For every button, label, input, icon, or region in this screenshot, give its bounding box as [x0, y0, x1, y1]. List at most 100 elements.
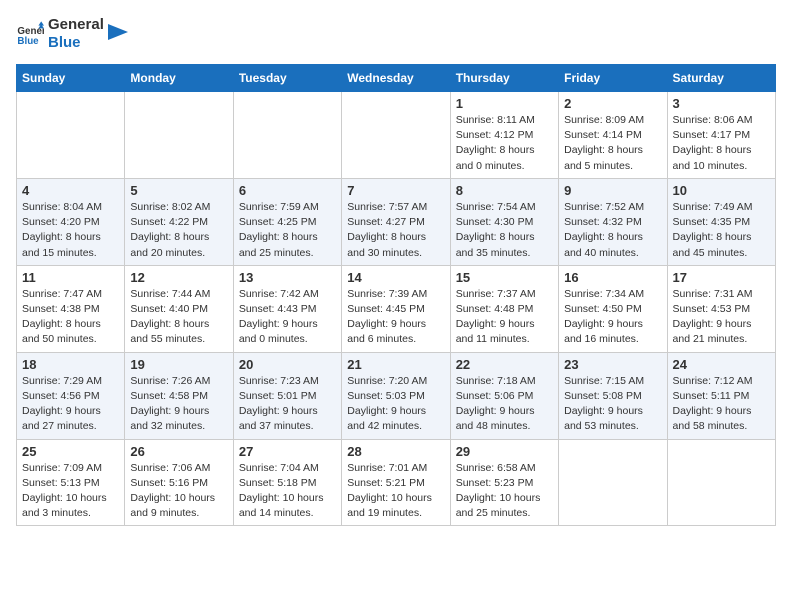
calendar-cell: 15 Sunrise: 7:37 AM Sunset: 4:48 PM Dayli… — [450, 265, 558, 352]
calendar-cell: 24Sunrise: 7:12 AM Sunset: 5:11 PM Dayli… — [667, 352, 775, 439]
day-info: Sunrise: 7:23 AM Sunset: 5:01 PM Dayligh… — [239, 374, 336, 435]
calendar-cell: 23Sunrise: 7:15 AM Sunset: 5:08 PM Dayli… — [559, 352, 667, 439]
day-number: 9 — [564, 183, 661, 198]
day-info: Sunrise: 8:06 AM Sunset: 4:17 PM Dayligh… — [673, 113, 770, 174]
day-info: Sunrise: 7:37 AM Sunset: 4:48 PM Dayligh… — [456, 287, 553, 348]
day-number: 28 — [347, 444, 444, 459]
day-info: Sunrise: 7:52 AM Sunset: 4:32 PM Dayligh… — [564, 200, 661, 261]
day-number: 14 — [347, 270, 444, 285]
calendar-cell: 12 Sunrise: 7:44 AM Sunset: 4:40 PM Dayli… — [125, 265, 233, 352]
calendar-cell: 3 Sunrise: 8:06 AM Sunset: 4:17 PM Daylig… — [667, 92, 775, 179]
calendar-cell: 6Sunrise: 7:59 AM Sunset: 4:25 PM Daylig… — [233, 178, 341, 265]
day-number: 25 — [22, 444, 119, 459]
weekday-header-wednesday: Wednesday — [342, 65, 450, 92]
weekday-header-friday: Friday — [559, 65, 667, 92]
weekday-header-tuesday: Tuesday — [233, 65, 341, 92]
calendar-cell: 28 Sunrise: 7:01 AM Sunset: 5:21 PM Dayli… — [342, 439, 450, 526]
calendar-cell: 20 Sunrise: 7:23 AM Sunset: 5:01 PM Dayli… — [233, 352, 341, 439]
day-info: Sunrise: 7:34 AM Sunset: 4:50 PM Dayligh… — [564, 287, 661, 348]
day-info: Sunrise: 7:01 AM Sunset: 5:21 PM Dayligh… — [347, 461, 444, 522]
weekday-header-saturday: Saturday — [667, 65, 775, 92]
day-number: 17 — [673, 270, 770, 285]
day-number: 21 — [347, 357, 444, 372]
logo-icon: General Blue — [16, 20, 44, 48]
weekday-header-thursday: Thursday — [450, 65, 558, 92]
calendar-cell: 21 Sunrise: 7:20 AM Sunset: 5:03 PM Dayli… — [342, 352, 450, 439]
calendar-cell — [233, 92, 341, 179]
day-info: Sunrise: 7:18 AM Sunset: 5:06 PM Dayligh… — [456, 374, 553, 435]
day-number: 12 — [130, 270, 227, 285]
day-info: Sunrise: 8:09 AM Sunset: 4:14 PM Dayligh… — [564, 113, 661, 174]
day-number: 24 — [673, 357, 770, 372]
calendar-cell: 10 Sunrise: 7:49 AM Sunset: 4:35 PM Dayli… — [667, 178, 775, 265]
day-number: 19 — [130, 357, 227, 372]
day-info: Sunrise: 7:42 AM Sunset: 4:43 PM Dayligh… — [239, 287, 336, 348]
day-info: Sunrise: 7:26 AM Sunset: 4:58 PM Dayligh… — [130, 374, 227, 435]
day-number: 20 — [239, 357, 336, 372]
day-number: 26 — [130, 444, 227, 459]
logo-arrow-icon — [108, 24, 128, 44]
calendar-cell — [667, 439, 775, 526]
day-number: 8 — [456, 183, 553, 198]
day-info: Sunrise: 7:04 AM Sunset: 5:18 PM Dayligh… — [239, 461, 336, 522]
calendar-cell: 18 Sunrise: 7:29 AM Sunset: 4:56 PM Dayli… — [17, 352, 125, 439]
calendar-cell: 29 Sunrise: 6:58 AM Sunset: 5:23 PM Dayli… — [450, 439, 558, 526]
logo-general: General — [48, 16, 104, 34]
calendar-cell: 25 Sunrise: 7:09 AM Sunset: 5:13 PM Dayli… — [17, 439, 125, 526]
day-info: Sunrise: 7:20 AM Sunset: 5:03 PM Dayligh… — [347, 374, 444, 435]
day-number: 10 — [673, 183, 770, 198]
day-number: 13 — [239, 270, 336, 285]
calendar-cell: 17 Sunrise: 7:31 AM Sunset: 4:53 PM Dayli… — [667, 265, 775, 352]
weekday-header-monday: Monday — [125, 65, 233, 92]
calendar-cell — [17, 92, 125, 179]
calendar-cell: 26 Sunrise: 7:06 AM Sunset: 5:16 PM Dayli… — [125, 439, 233, 526]
calendar-cell: 13 Sunrise: 7:42 AM Sunset: 4:43 PM Dayli… — [233, 265, 341, 352]
header: General Blue General Blue — [16, 16, 776, 52]
logo-blue: Blue — [48, 34, 104, 52]
calendar-cell — [125, 92, 233, 179]
calendar-week-row: 18 Sunrise: 7:29 AM Sunset: 4:56 PM Dayli… — [17, 352, 776, 439]
calendar-cell: 22Sunrise: 7:18 AM Sunset: 5:06 PM Dayli… — [450, 352, 558, 439]
calendar-week-row: 4 Sunrise: 8:04 AM Sunset: 4:20 PM Daylig… — [17, 178, 776, 265]
calendar-cell: 16 Sunrise: 7:34 AM Sunset: 4:50 PM Dayli… — [559, 265, 667, 352]
logo: General Blue General Blue — [16, 16, 128, 52]
calendar-cell: 19 Sunrise: 7:26 AM Sunset: 4:58 PM Dayli… — [125, 352, 233, 439]
day-number: 3 — [673, 96, 770, 111]
day-info: Sunrise: 7:06 AM Sunset: 5:16 PM Dayligh… — [130, 461, 227, 522]
calendar-table: SundayMondayTuesdayWednesdayThursdayFrid… — [16, 64, 776, 526]
day-number: 7 — [347, 183, 444, 198]
day-info: Sunrise: 7:31 AM Sunset: 4:53 PM Dayligh… — [673, 287, 770, 348]
day-number: 2 — [564, 96, 661, 111]
day-info: Sunrise: 7:39 AM Sunset: 4:45 PM Dayligh… — [347, 287, 444, 348]
day-info: Sunrise: 7:54 AM Sunset: 4:30 PM Dayligh… — [456, 200, 553, 261]
day-info: Sunrise: 7:59 AM Sunset: 4:25 PM Dayligh… — [239, 200, 336, 261]
day-number: 4 — [22, 183, 119, 198]
day-info: Sunrise: 7:49 AM Sunset: 4:35 PM Dayligh… — [673, 200, 770, 261]
calendar-week-row: 1Sunrise: 8:11 AM Sunset: 4:12 PM Daylig… — [17, 92, 776, 179]
day-info: Sunrise: 8:02 AM Sunset: 4:22 PM Dayligh… — [130, 200, 227, 261]
calendar-cell: 8 Sunrise: 7:54 AM Sunset: 4:30 PM Daylig… — [450, 178, 558, 265]
calendar-cell — [342, 92, 450, 179]
day-number: 29 — [456, 444, 553, 459]
day-info: Sunrise: 8:11 AM Sunset: 4:12 PM Dayligh… — [456, 113, 553, 174]
calendar-cell: 14 Sunrise: 7:39 AM Sunset: 4:45 PM Dayli… — [342, 265, 450, 352]
day-number: 11 — [22, 270, 119, 285]
day-info: Sunrise: 7:44 AM Sunset: 4:40 PM Dayligh… — [130, 287, 227, 348]
day-info: Sunrise: 7:47 AM Sunset: 4:38 PM Dayligh… — [22, 287, 119, 348]
day-number: 16 — [564, 270, 661, 285]
day-number: 5 — [130, 183, 227, 198]
calendar-cell: 27 Sunrise: 7:04 AM Sunset: 5:18 PM Dayli… — [233, 439, 341, 526]
calendar-cell: 1Sunrise: 8:11 AM Sunset: 4:12 PM Daylig… — [450, 92, 558, 179]
calendar-week-row: 25 Sunrise: 7:09 AM Sunset: 5:13 PM Dayli… — [17, 439, 776, 526]
day-number: 27 — [239, 444, 336, 459]
day-info: Sunrise: 7:09 AM Sunset: 5:13 PM Dayligh… — [22, 461, 119, 522]
weekday-header-sunday: Sunday — [17, 65, 125, 92]
day-info: Sunrise: 8:04 AM Sunset: 4:20 PM Dayligh… — [22, 200, 119, 261]
calendar-cell: 2 Sunrise: 8:09 AM Sunset: 4:14 PM Daylig… — [559, 92, 667, 179]
day-number: 15 — [456, 270, 553, 285]
calendar-cell: 11 Sunrise: 7:47 AM Sunset: 4:38 PM Dayli… — [17, 265, 125, 352]
day-info: Sunrise: 6:58 AM Sunset: 5:23 PM Dayligh… — [456, 461, 553, 522]
day-number: 18 — [22, 357, 119, 372]
day-info: Sunrise: 7:29 AM Sunset: 4:56 PM Dayligh… — [22, 374, 119, 435]
calendar-cell: 5 Sunrise: 8:02 AM Sunset: 4:22 PM Daylig… — [125, 178, 233, 265]
